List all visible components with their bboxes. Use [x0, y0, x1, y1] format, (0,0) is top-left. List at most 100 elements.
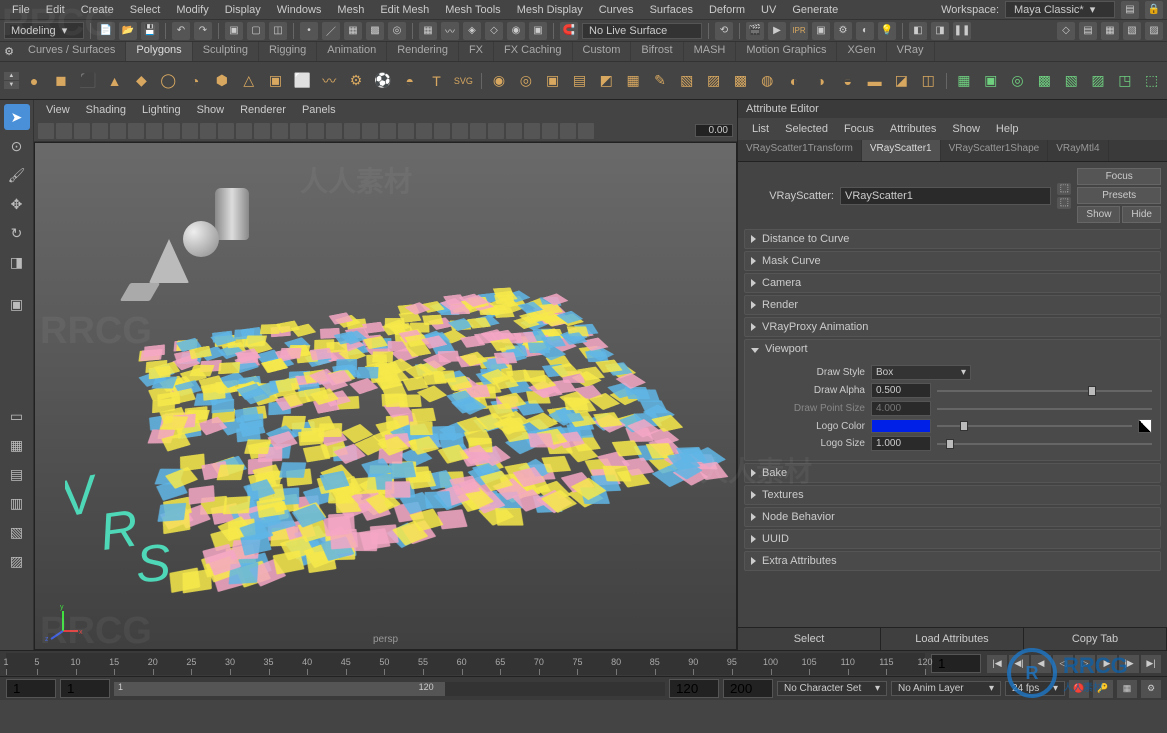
section-head-uuid[interactable]: UUID [745, 530, 1160, 548]
shelf-tab-animation[interactable]: Animation [317, 42, 387, 61]
res-gate-icon[interactable] [164, 123, 180, 139]
wireframe-icon[interactable] [254, 123, 270, 139]
dof-icon[interactable] [506, 123, 522, 139]
step-back-key-icon[interactable]: ◀| [1009, 655, 1029, 673]
logo-color-slider[interactable] [937, 419, 1132, 433]
range-start-field[interactable] [60, 679, 110, 698]
shelf-tab-mographics[interactable]: Motion Graphics [736, 42, 837, 61]
select-face-icon[interactable]: ▦ [344, 22, 362, 40]
menu-generate[interactable]: Generate [784, 2, 846, 18]
attr-menu-show[interactable]: Show [944, 121, 988, 137]
uv-spherical-icon[interactable]: ◎ [1006, 67, 1029, 95]
poly-prism-icon[interactable]: ▣ [264, 67, 287, 95]
time-slider[interactable]: 1510152025303540455055606570758085909510… [0, 650, 1167, 676]
toggle-attred-icon[interactable]: ▦ [1101, 22, 1119, 40]
menu-uv[interactable]: UV [753, 2, 784, 18]
range-end-field[interactable] [669, 679, 719, 698]
menu-file[interactable]: File [4, 2, 38, 18]
lock-icon[interactable]: 🔒 [1145, 1, 1163, 19]
safe-title-icon[interactable] [236, 123, 252, 139]
fps-select[interactable]: 24 fps▾ [1005, 681, 1065, 696]
shelf-tab-curves[interactable]: Curves / Surfaces [18, 42, 126, 61]
attr-menu-selected[interactable]: Selected [777, 121, 836, 137]
uv-planar-icon[interactable]: ▦ [952, 67, 975, 95]
sculpt-icon[interactable]: ◫ [917, 67, 940, 95]
poly-svg-icon[interactable]: SVG [452, 67, 475, 95]
draw-alpha-slider[interactable] [937, 384, 1152, 398]
four-pane-icon[interactable]: ▦ [4, 432, 30, 458]
xray-joints-icon[interactable] [434, 123, 450, 139]
select-uv-icon[interactable]: ▩ [366, 22, 384, 40]
section-head-camera[interactable]: Camera [745, 274, 1160, 292]
grease-pencil-icon[interactable] [110, 123, 126, 139]
section-head-extra[interactable]: Extra Attributes [745, 552, 1160, 570]
gate-mask-icon[interactable] [182, 123, 198, 139]
poly-platonic-icon[interactable]: ⬢ [210, 67, 233, 95]
targetweld-icon[interactable]: ▧ [675, 67, 698, 95]
render-view-icon[interactable]: 🎬 [746, 22, 764, 40]
section-head-bake[interactable]: Bake [745, 464, 1160, 482]
uv-auto-icon[interactable]: ▩ [1033, 67, 1056, 95]
section-head-nodebehavior[interactable]: Node Behavior [745, 508, 1160, 526]
xray-icon[interactable] [416, 123, 432, 139]
ssao-icon[interactable] [578, 123, 594, 139]
menu-meshdisplay[interactable]: Mesh Display [509, 2, 591, 18]
select-tool-icon[interactable]: ➤ [4, 104, 30, 130]
safe-action-icon[interactable] [218, 123, 234, 139]
attr-name-field[interactable] [840, 187, 1051, 205]
attr-menu-list[interactable]: List [744, 121, 777, 137]
select-hierarchy-icon[interactable]: ▣ [225, 22, 243, 40]
poly-type-icon[interactable]: T [425, 67, 448, 95]
poly-helix-icon[interactable]: 〰 [318, 67, 341, 95]
workspace-select[interactable]: Maya Classic* ▾ [1005, 1, 1115, 18]
bridge-icon[interactable]: ▤ [568, 67, 591, 95]
2d-pan-icon[interactable] [92, 123, 108, 139]
image-plane-icon[interactable] [74, 123, 90, 139]
attr-menu-help[interactable]: Help [988, 121, 1027, 137]
hide-button[interactable]: Hide [1122, 206, 1161, 223]
xray-active-icon[interactable] [452, 123, 468, 139]
two-pane-v-icon[interactable]: ▤ [4, 461, 30, 487]
subdiv-icon[interactable]: ◐ [783, 67, 806, 95]
poly-pyramid-icon[interactable]: △ [237, 67, 260, 95]
vp2-icon[interactable] [524, 123, 540, 139]
set-key-icon[interactable]: 🔑 [1093, 680, 1113, 698]
select-component-icon[interactable]: ◫ [269, 22, 287, 40]
lasso-tool-icon[interactable]: ⊙ [4, 133, 30, 159]
copy-tab-button[interactable]: Copy Tab [1024, 628, 1167, 650]
crease-icon[interactable]: ◪ [890, 67, 913, 95]
attr-menu-attributes[interactable]: Attributes [882, 121, 944, 137]
toggle-modeling-toolkit-icon[interactable]: ◇ [1057, 22, 1075, 40]
attr-tab-vraymtl4[interactable]: VRayMtl4 [1048, 140, 1108, 161]
shadows-icon[interactable] [326, 123, 342, 139]
panel-left-icon[interactable]: ◧ [909, 22, 927, 40]
gamma-icon[interactable] [488, 123, 504, 139]
toggle-channelbox-icon[interactable]: ▨ [1145, 22, 1163, 40]
poly-cube-icon[interactable]: ◼ [50, 67, 73, 95]
wireonshaded-icon[interactable] [542, 123, 558, 139]
poly-superellipse-icon[interactable]: ◓ [398, 67, 421, 95]
collapse-icon[interactable]: ▩ [729, 67, 752, 95]
poly-cylinder-icon[interactable]: ⬛ [76, 67, 99, 95]
pause-icon[interactable]: ❚❚ [953, 22, 971, 40]
poly-sphere-icon[interactable]: ● [23, 67, 46, 95]
section-head-render[interactable]: Render [745, 296, 1160, 314]
logo-size-slider[interactable] [937, 437, 1152, 451]
menu-deform[interactable]: Deform [701, 2, 753, 18]
time-ruler[interactable]: 1510152025303540455055606570758085909510… [6, 653, 925, 675]
select-object-icon[interactable]: ▢ [247, 22, 265, 40]
extrude-icon[interactable]: ▣ [541, 67, 564, 95]
live-surface-field[interactable] [582, 23, 702, 39]
history-toggle-icon[interactable]: ⟲ [715, 22, 733, 40]
attr-tab-vrayscatter1[interactable]: VRayScatter1 [862, 140, 941, 161]
presets-button[interactable]: Presets [1077, 187, 1161, 204]
last-tool-icon[interactable]: ▣ [4, 291, 30, 317]
hypershade-icon[interactable]: ◐ [856, 22, 874, 40]
film-gate-icon[interactable] [146, 123, 162, 139]
play-fwd-icon[interactable]: ▷ [1075, 655, 1095, 673]
shelf-tab-rendering[interactable]: Rendering [387, 42, 459, 61]
range-end-all-field[interactable] [723, 679, 773, 698]
select-button[interactable]: Select [738, 628, 881, 650]
multicut-icon[interactable]: ✎ [649, 67, 672, 95]
open-scene-icon[interactable]: 📂 [119, 22, 137, 40]
